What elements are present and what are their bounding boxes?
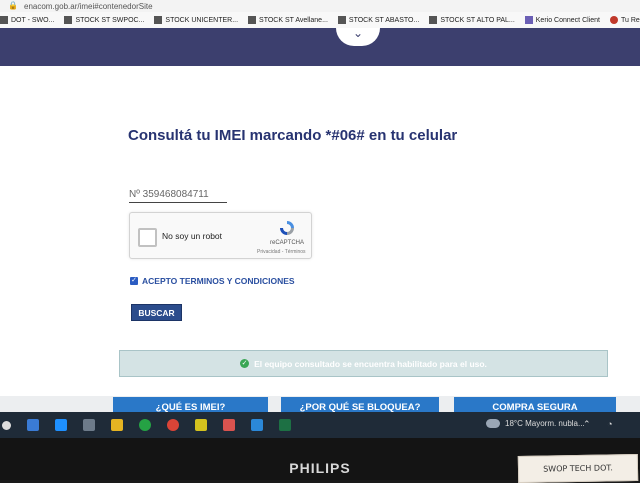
imei-input[interactable] [129, 186, 227, 203]
edge-icon[interactable] [55, 419, 67, 431]
weather-text: 18°C Mayorm. nubla... [505, 419, 585, 428]
recaptcha-terms-link[interactable]: Privacidad - Términos [257, 249, 306, 255]
recaptcha-brand: reCAPTCHA [270, 240, 305, 246]
taskview-icon[interactable] [27, 419, 39, 431]
whatsapp-icon[interactable] [139, 419, 151, 431]
bookmark-item[interactable]: STOCK ST SWPOC... [64, 16, 144, 24]
kerio-icon [524, 16, 533, 24]
recaptcha-widget: No soy un robot reCAPTCHA Privacidad - T… [129, 212, 312, 259]
main-content [0, 66, 640, 396]
edge-alt-icon[interactable] [251, 419, 263, 431]
sticky-notes-icon[interactable] [195, 419, 207, 431]
bookmark-icon [429, 16, 438, 24]
bookmarks-bar: DOT - SWO... STOCK ST SWPOC... STOCK UNI… [0, 12, 640, 29]
excel-icon[interactable] [279, 419, 291, 431]
sticker-note: SWOP TECH DOT. [517, 453, 639, 483]
monitor-screen: 🔒 enacom.gob.ar/imei#contenedorSite DOT … [0, 0, 640, 460]
bookmark-item[interactable]: STOCK ST ALTO PAL... [429, 16, 515, 24]
site-header-banner [0, 28, 640, 66]
page-title: Consultá tu IMEI marcando *#06# en tu ce… [128, 127, 458, 144]
recaptcha-checkbox[interactable] [138, 228, 157, 247]
check-circle-icon: ✓ [240, 359, 250, 368]
bookmark-icon [154, 16, 163, 24]
recaptcha-logo-icon [280, 221, 294, 235]
accept-terms-label: ACEPTO TERMINOS Y CONDICIONES [142, 276, 295, 286]
store-icon[interactable] [83, 419, 95, 431]
bookmark-item[interactable]: STOCK UNICENTER... [154, 16, 238, 24]
bookmark-item[interactable]: Tu Re [609, 16, 640, 24]
alert-message: El equipo consultado se encuentra habili… [254, 358, 487, 369]
chevron-up-icon[interactable]: ⌃ [583, 419, 591, 429]
success-alert: ✓ El equipo consultado se encuentra habi… [119, 350, 608, 377]
bookmark-icon [337, 16, 346, 24]
bookmark-icon [609, 16, 618, 24]
chrome-icon[interactable] [167, 419, 179, 431]
app-icon[interactable] [223, 419, 235, 431]
search-button[interactable]: BUSCAR [131, 304, 182, 321]
lock-icon: 🔒 [8, 1, 18, 10]
bookmark-icon [248, 16, 257, 24]
recaptcha-label: No soy un robot [162, 231, 223, 241]
folder-icon[interactable] [111, 419, 123, 431]
chevron-down-icon: ⌄ [352, 26, 364, 40]
address-bar[interactable]: 🔒 enacom.gob.ar/imei#contenedorSite [0, 0, 640, 12]
url-text[interactable]: enacom.gob.ar/imei#contenedorSite [24, 2, 153, 11]
bookmark-icon [64, 16, 73, 24]
accept-terms[interactable]: ✓ ACEPTO TERMINOS Y CONDICIONES [130, 276, 295, 286]
bookmark-item[interactable]: DOT - SWO... [0, 16, 54, 24]
checkbox-checked-icon[interactable]: ✓ [130, 277, 138, 285]
bookmark-item[interactable]: Kerio Connect Client [524, 16, 600, 24]
system-tray[interactable]: ⌃ ◔ [583, 419, 613, 430]
cloud-icon [486, 419, 500, 428]
bookmark-item[interactable]: STOCK ST ABASTO... [337, 16, 419, 24]
bookmark-icon [0, 16, 8, 24]
wifi-icon[interactable]: ◔ [607, 419, 612, 429]
search-icon[interactable] [2, 420, 11, 430]
bookmark-item[interactable]: STOCK ST Avellane... [248, 16, 328, 24]
weather-widget[interactable]: 18°C Mayorm. nubla... [486, 419, 585, 428]
